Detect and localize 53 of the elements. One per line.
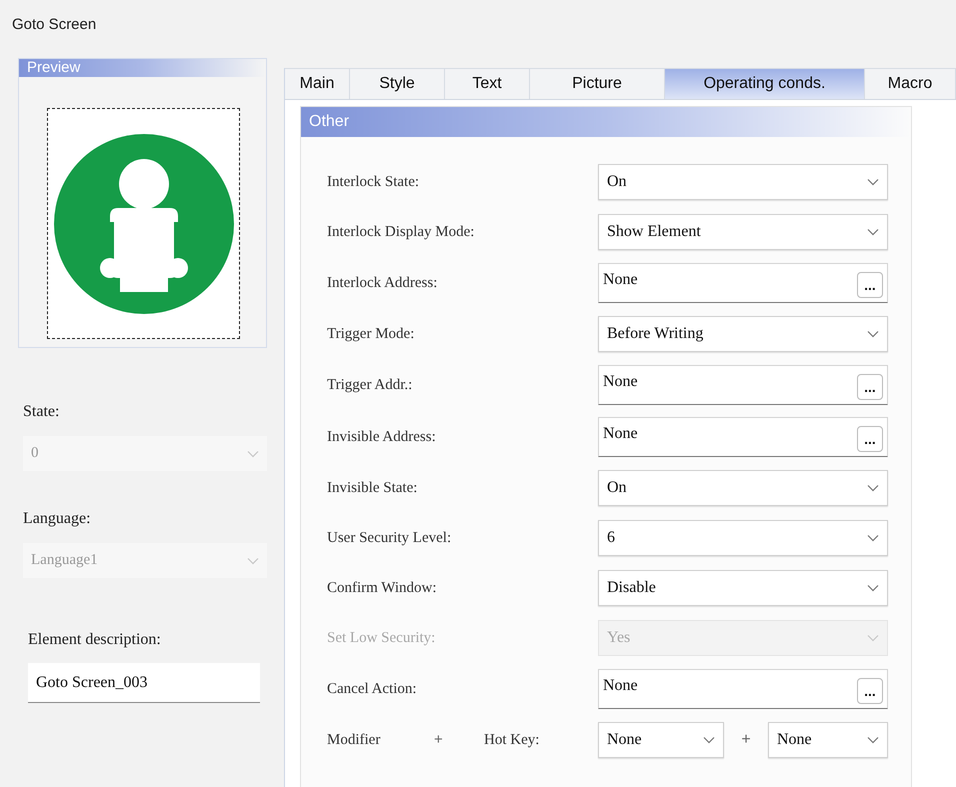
field-label: Modifier	[327, 730, 382, 750]
description-field[interactable]: Goto Screen_003	[28, 663, 260, 703]
address-field[interactable]: None ...	[598, 669, 888, 709]
chevron-down-icon	[867, 736, 879, 744]
chevron-down-icon	[867, 330, 879, 338]
field-label: Element description:	[28, 630, 162, 650]
browse-button[interactable]: ...	[857, 272, 883, 298]
browse-button[interactable]: ...	[857, 678, 883, 704]
field-label: Trigger Addr.:	[327, 376, 414, 395]
field-label: Invisible Address:	[327, 428, 437, 447]
dropdown[interactable]: None	[768, 722, 888, 758]
tab[interactable]: Picture	[530, 68, 665, 99]
field-label: State:	[23, 402, 60, 422]
dropdown[interactable]: Disable	[598, 570, 888, 606]
address-field[interactable]: None ...	[598, 365, 888, 405]
tab[interactable]: Main	[285, 68, 350, 99]
field-label: Interlock Address:	[327, 274, 438, 293]
field-label: Hot Key:	[484, 730, 540, 750]
tab[interactable]: Text	[445, 68, 530, 99]
window-title: Goto Screen	[12, 14, 96, 35]
field-label: User Security Level:	[327, 528, 452, 548]
tab[interactable]: Macro	[865, 68, 956, 99]
plus-sign: +	[434, 730, 444, 750]
field-label: Interlock Display Mode:	[327, 222, 476, 242]
address-field[interactable]: None ...	[598, 263, 888, 303]
chevron-down-icon	[247, 556, 259, 564]
field-label: Trigger Mode:	[327, 324, 416, 344]
browse-button[interactable]: ...	[857, 374, 883, 400]
dropdown[interactable]: None	[598, 722, 724, 758]
chevron-down-icon	[867, 484, 879, 492]
dropdown[interactable]: Before Writing	[598, 316, 888, 352]
field-label: Confirm Window:	[327, 578, 438, 598]
chevron-down-icon	[867, 178, 879, 186]
dropdown[interactable]: 6	[598, 520, 888, 556]
chevron-down-icon	[703, 736, 715, 744]
chevron-down-icon	[867, 634, 879, 642]
tab[interactable]: Operating conds.	[665, 68, 865, 99]
field-label: Invisible State:	[327, 478, 418, 498]
dropdown[interactable]: Show Element	[598, 214, 888, 250]
field-label: Cancel Action:	[327, 680, 418, 699]
field-label: Interlock State:	[327, 172, 420, 192]
dropdown[interactable]: On	[598, 470, 888, 506]
dropdown[interactable]: On	[598, 164, 888, 200]
field-label: Set Low Security:	[327, 628, 436, 648]
chevron-down-icon	[867, 534, 879, 542]
tab[interactable]: Style	[350, 68, 445, 99]
browse-button[interactable]: ...	[857, 426, 883, 452]
field-label: Language:	[23, 509, 92, 529]
chevron-down-icon	[867, 584, 879, 592]
address-field[interactable]: None ...	[598, 417, 888, 457]
chevron-down-icon	[867, 228, 879, 236]
chevron-down-icon	[247, 450, 259, 458]
plus-sign: +	[740, 730, 752, 750]
